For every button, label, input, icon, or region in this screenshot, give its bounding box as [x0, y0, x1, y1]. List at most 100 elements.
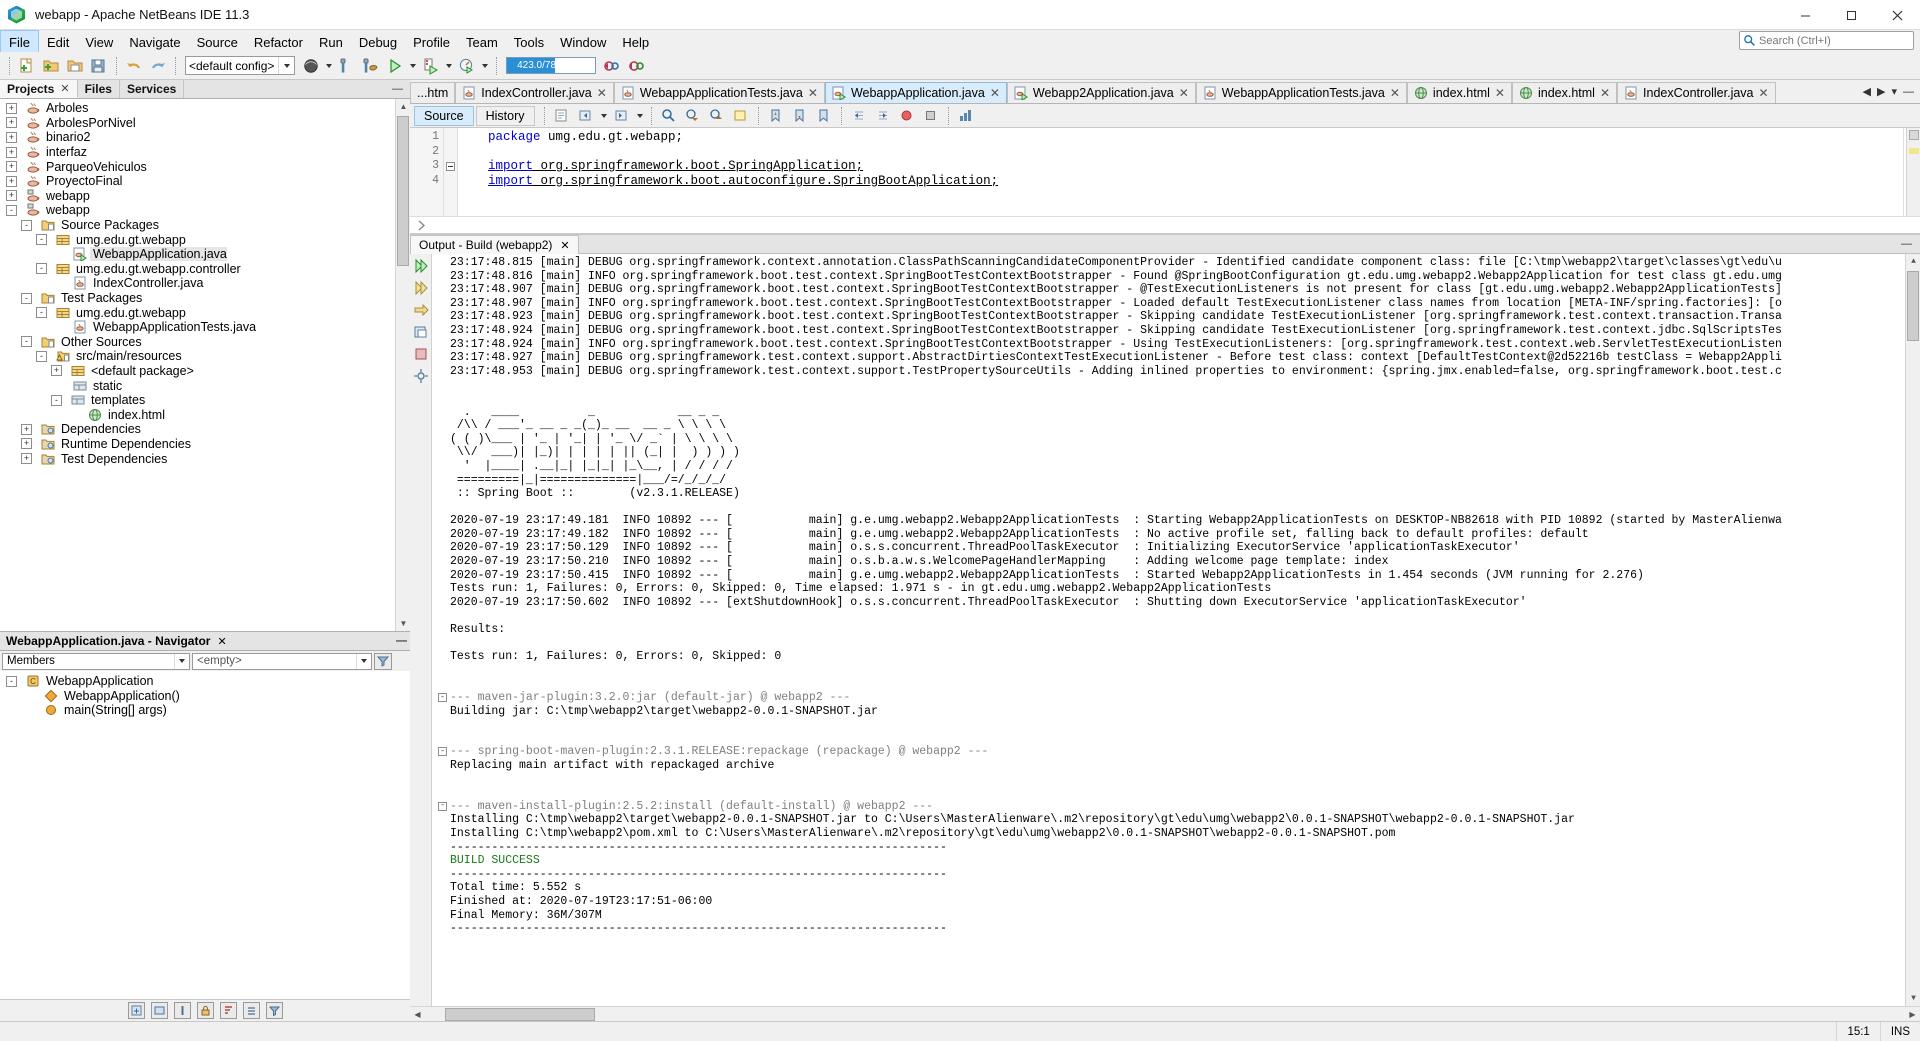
- stop-macro-icon[interactable]: [919, 104, 943, 128]
- close-icon[interactable]: ✕: [1600, 86, 1610, 100]
- glyph-cell[interactable]: [444, 145, 457, 160]
- editor-tab[interactable]: ...htm: [410, 82, 456, 103]
- output-hscrollbar[interactable]: ◀ ▶: [410, 1006, 1920, 1021]
- redo-profile-icon[interactable]: [624, 54, 648, 78]
- tree-node[interactable]: + ArbolesPorNivel: [0, 116, 410, 131]
- close-icon[interactable]: ✕: [1390, 86, 1400, 100]
- glyph-cell[interactable]: [444, 130, 457, 145]
- output-console[interactable]: ▲ ▼ 23:17:48.815 [main] DEBUG org.spring…: [432, 254, 1920, 1006]
- scroll-thumb[interactable]: [397, 116, 409, 266]
- new-project-icon[interactable]: [39, 54, 63, 78]
- output-vscrollbar[interactable]: ▲ ▼: [1905, 254, 1920, 1006]
- shift-left-icon[interactable]: [847, 104, 871, 128]
- clean-build-hammer-icon[interactable]: [359, 54, 383, 78]
- code-line[interactable]: [458, 145, 1920, 160]
- expand-icon[interactable]: +: [21, 453, 32, 465]
- tree-node[interactable]: + Dependencies: [0, 422, 410, 437]
- show-non-public-icon[interactable]: [196, 1002, 214, 1019]
- garbage-collect-icon[interactable]: [600, 54, 624, 78]
- open-in-editor-icon[interactable]: [412, 323, 430, 341]
- forward-icon[interactable]: [610, 104, 634, 128]
- minimize-button[interactable]: [1782, 0, 1828, 30]
- menu-window[interactable]: Window: [552, 30, 614, 52]
- collapse-icon[interactable]: -: [36, 234, 47, 246]
- menu-edit[interactable]: Edit: [39, 30, 77, 52]
- minimize-panel-icon[interactable]: —: [1903, 86, 1914, 98]
- rerun-with-different-params-icon[interactable]: [412, 279, 430, 297]
- tab-history[interactable]: History: [475, 105, 535, 126]
- menu-run[interactable]: Run: [311, 30, 351, 52]
- tree-node[interactable]: - templates: [0, 393, 410, 408]
- code-line[interactable]: package umg.edu.gt.webapp;: [458, 130, 1920, 145]
- tab-services[interactable]: Services: [119, 80, 185, 98]
- annotation-marker[interactable]: [1909, 130, 1919, 140]
- close-icon[interactable]: ✕: [1179, 86, 1189, 100]
- fold-toggle-icon[interactable]: -: [438, 693, 447, 702]
- last-edit-icon[interactable]: [550, 104, 574, 128]
- tree-node[interactable]: - Test Packages: [0, 291, 410, 306]
- navigator-filter-combo[interactable]: <empty>: [192, 652, 372, 670]
- menu-view[interactable]: View: [77, 30, 121, 52]
- filter-icon[interactable]: [374, 652, 392, 670]
- warning-marker[interactable]: [1909, 148, 1919, 154]
- project-config-combo[interactable]: <default config>: [185, 56, 295, 75]
- scroll-down-icon[interactable]: ▼: [1906, 991, 1920, 1006]
- code-line[interactable]: import org.springframework.boot.SpringAp…: [458, 159, 1920, 174]
- close-icon[interactable]: ✕: [1495, 86, 1505, 100]
- expand-icon[interactable]: +: [21, 423, 32, 435]
- tree-node[interactable]: index.html: [0, 407, 410, 422]
- sort-alpha-icon[interactable]: [219, 1002, 237, 1019]
- glyph-cell[interactable]: [444, 159, 457, 174]
- close-icon[interactable]: ✕: [560, 239, 569, 252]
- expand-icon[interactable]: +: [6, 131, 17, 143]
- minimize-panel-icon[interactable]: —: [389, 83, 406, 95]
- editor-tab[interactable]: IndexController.java ✕: [1617, 82, 1776, 103]
- navigator-node[interactable]: - C WebappApplication: [0, 674, 410, 689]
- collapse-icon[interactable]: -: [21, 292, 32, 304]
- chevron-down-icon[interactable]: [634, 104, 646, 128]
- maximize-button[interactable]: [1828, 0, 1874, 30]
- close-icon[interactable]: ✕: [217, 635, 226, 648]
- tree-node[interactable]: - umg.edu.gt.webapp: [0, 232, 410, 247]
- tree-node[interactable]: + interfaz: [0, 145, 410, 160]
- menu-tools[interactable]: Tools: [506, 30, 552, 52]
- tree-node[interactable]: + <default package>: [0, 364, 410, 379]
- collapse-icon[interactable]: -: [21, 219, 32, 231]
- tree-node[interactable]: WebappApplicationTests.java: [0, 320, 410, 335]
- memory-indicator[interactable]: 423.0/782.5MB: [506, 57, 596, 74]
- collapse-icon[interactable]: -: [36, 263, 47, 275]
- menu-source[interactable]: Source: [189, 30, 246, 52]
- show-fields-icon[interactable]: [150, 1002, 168, 1019]
- stop-build-icon[interactable]: [412, 345, 430, 363]
- open-project-icon[interactable]: [63, 54, 87, 78]
- menu-navigate[interactable]: Navigate: [121, 30, 188, 52]
- tab-output-build[interactable]: Output - Build (webapp2) ✕: [410, 235, 579, 254]
- scroll-thumb[interactable]: [1907, 271, 1919, 341]
- toggle-highlight-icon[interactable]: [729, 104, 753, 128]
- collapse-icon[interactable]: -: [6, 204, 17, 216]
- tree-node[interactable]: static: [0, 378, 410, 393]
- expand-icon[interactable]: +: [51, 365, 62, 377]
- scroll-thumb[interactable]: [445, 1007, 595, 1021]
- expand-icon[interactable]: +: [6, 161, 17, 173]
- menu-debug[interactable]: Debug: [351, 30, 405, 52]
- fold-toggle-icon[interactable]: -: [438, 747, 447, 757]
- tree-node[interactable]: + Test Dependencies: [0, 451, 410, 466]
- tree-node[interactable]: + ProyectoFinal: [0, 174, 410, 189]
- tree-node[interactable]: + ParqueoVehiculos: [0, 159, 410, 174]
- start-macro-icon[interactable]: [895, 104, 919, 128]
- scroll-up-icon[interactable]: ▲: [396, 99, 410, 114]
- filters-icon[interactable]: [265, 1002, 283, 1019]
- expand-icon[interactable]: +: [6, 117, 17, 129]
- code-lines[interactable]: package umg.edu.gt.webapp; import org.sp…: [458, 128, 1920, 216]
- fold-toggle-icon[interactable]: -: [438, 801, 447, 811]
- next-bookmark-icon[interactable]: [788, 104, 812, 128]
- show-static-icon[interactable]: [173, 1002, 191, 1019]
- editor-tab[interactable]: WebappApplicationTests.java ✕: [1195, 82, 1407, 103]
- glyph-margin[interactable]: [444, 128, 458, 216]
- menu-refactor[interactable]: Refactor: [246, 30, 311, 52]
- tree-node[interactable]: + Runtime Dependencies: [0, 437, 410, 452]
- code-editor[interactable]: 1234 package umg.edu.gt.webapp; import o…: [410, 128, 1920, 216]
- code-line[interactable]: import org.springframework.boot.autoconf…: [458, 174, 1920, 189]
- collapse-icon[interactable]: -: [21, 336, 32, 348]
